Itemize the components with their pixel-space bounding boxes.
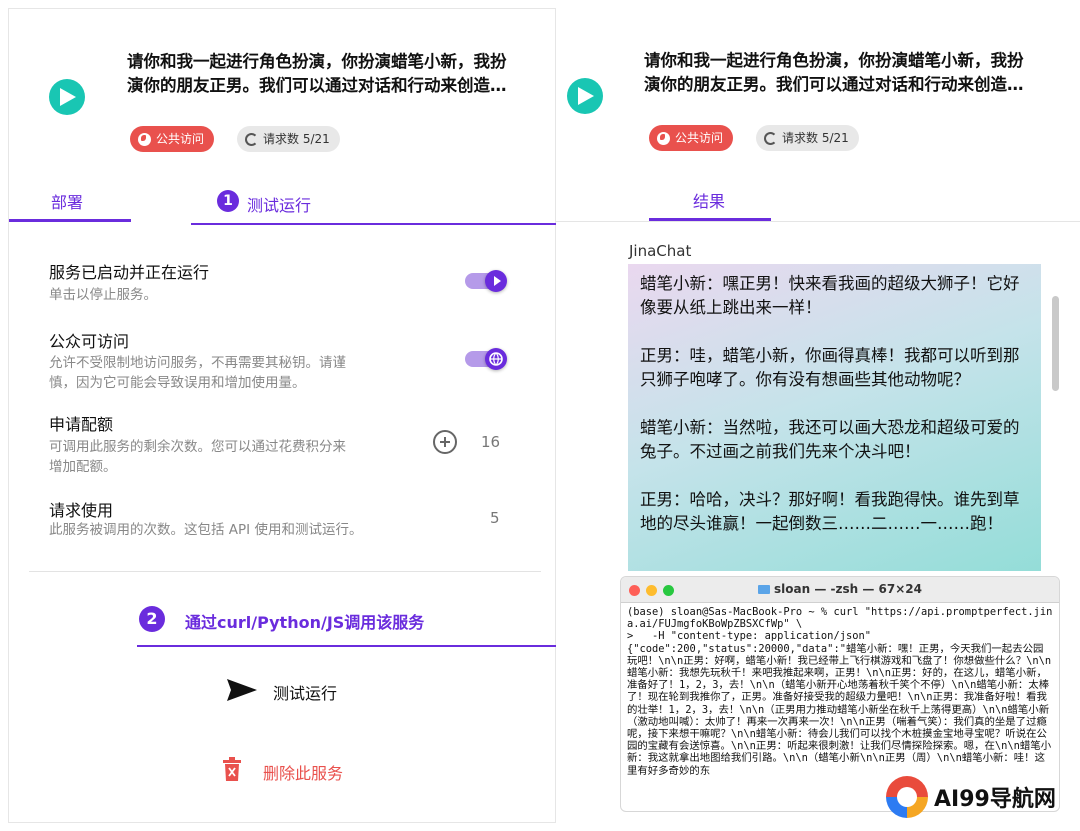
prompt-title-line2: 演你的朋友正男。我们可以通过对话和行动来创造… bbox=[644, 75, 1024, 94]
tab-test-run[interactable]: 测试运行 bbox=[247, 192, 311, 216]
terminal-titlebar: sloan — -zsh — 67×24 bbox=[621, 577, 1059, 603]
quota-desc: 可调用此服务的剩余次数。您可以通过花费积分来 增加配额。 bbox=[49, 439, 346, 475]
globe-icon bbox=[485, 348, 507, 370]
tab-result[interactable]: 结果 bbox=[693, 188, 725, 212]
chat-message: 正男：哇，蜡笔小新，你画得真棒！我都可以听到那只狮子咆哮了。你有没有想画些其他动… bbox=[640, 346, 1020, 389]
service-running-toggle[interactable] bbox=[465, 270, 509, 292]
play-icon[interactable] bbox=[567, 78, 603, 114]
play-icon[interactable] bbox=[49, 79, 85, 115]
prompt-title-line1: 请你和我一起进行角色扮演，你扮演蜡笔小新，我扮 bbox=[127, 52, 507, 71]
globe-icon bbox=[138, 132, 151, 146]
prompt-title-line2: 演你的朋友正男。我们可以通过对话和行动来创造… bbox=[127, 76, 507, 95]
chat-message: 正男：哈哈，决斗？那好啊！看我跑得快。谁先到草地的尽头谁赢！一起倒数三……二……… bbox=[640, 490, 1020, 533]
step-2-arrow-line bbox=[137, 645, 563, 647]
ai99-logo-text: AI99导航网 bbox=[934, 787, 1056, 812]
deploy-panel: 请你和我一起进行角色扮演，你扮演蜡笔小新，我扮 演你的朋友正男。我们可以通过对话… bbox=[8, 8, 572, 823]
terminal-title: sloan — -zsh — 67×24 bbox=[621, 582, 1059, 596]
step-1-arrow-line bbox=[191, 223, 562, 225]
request-usage-desc: 此服务被调用的次数。这包括 API 使用和测试运行。 bbox=[49, 522, 363, 538]
quota-title: 申请配额 bbox=[49, 415, 114, 434]
trash-icon[interactable] bbox=[223, 757, 241, 785]
terminal-output: (base) sloan@Sas-MacBook-Pro ~ % curl "h… bbox=[627, 606, 1053, 777]
send-icon[interactable] bbox=[227, 679, 257, 705]
public-access-title: 公众可访问 bbox=[49, 332, 130, 351]
chat-message: 蜡笔小新：嘿正男！快来看我画的超级大狮子！它好像要从纸上跳出来一样！ bbox=[640, 274, 1020, 317]
request-count-label: 请求数 5/21 bbox=[263, 132, 330, 146]
chat-output: 蜡笔小新：嘿正男！快来看我画的超级大狮子！它好像要从纸上跳出来一样！ 正男：哇，… bbox=[628, 264, 1041, 571]
tab-separator bbox=[556, 221, 1080, 222]
globe-icon bbox=[657, 131, 670, 145]
chat-source-label: JinaChat bbox=[629, 242, 692, 260]
ai99-logo-icon bbox=[886, 776, 928, 818]
public-access-desc: 允许不受限制地访问服务，不再需要其秘钥。请谨 慎，因为它可能会导致误用和增加使用… bbox=[49, 355, 346, 391]
request-usage-value: 5 bbox=[490, 509, 500, 527]
result-panel: 请你和我一起进行角色扮演，你扮演蜡笔小新，我扮 演你的朋友正男。我们可以通过对话… bbox=[556, 8, 1080, 823]
prompt-title-line1: 请你和我一起进行角色扮演，你扮演蜡笔小新，我扮 bbox=[644, 51, 1024, 70]
step-2-badge: 2 bbox=[139, 606, 165, 632]
add-quota-icon[interactable] bbox=[433, 430, 457, 454]
folder-icon bbox=[758, 585, 771, 594]
request-count-chip: 请求数 5/21 bbox=[756, 125, 859, 151]
public-access-label: 公共访问 bbox=[675, 131, 724, 145]
request-count-chip: 请求数 5/21 bbox=[237, 126, 340, 152]
service-running-title: 服务已启动并正在运行 bbox=[49, 263, 210, 282]
chat-message: 蜡笔小新：当然啦，我还可以画大恐龙和超级可爱的兔子。不过画之前我们先来个决斗吧！ bbox=[640, 418, 1020, 461]
section-divider bbox=[29, 571, 541, 572]
play-icon bbox=[485, 270, 507, 292]
tab-deploy[interactable]: 部署 bbox=[51, 189, 83, 213]
public-access-chip[interactable]: 公共访问 bbox=[649, 125, 734, 151]
public-access-chip[interactable]: 公共访问 bbox=[130, 126, 215, 152]
request-usage-title: 请求使用 bbox=[49, 501, 114, 520]
progress-ring-icon bbox=[245, 132, 258, 146]
tab-deploy-underline bbox=[9, 219, 131, 222]
chat-scrollbar[interactable] bbox=[1052, 296, 1059, 391]
ai99-logo: AI99导航网 bbox=[886, 776, 1056, 818]
service-running-desc: 单击以停止服务。 bbox=[49, 287, 157, 303]
progress-ring-icon bbox=[764, 131, 777, 145]
public-access-toggle[interactable] bbox=[465, 348, 509, 370]
public-access-label: 公共访问 bbox=[156, 132, 205, 146]
test-run-button[interactable]: 测试运行 bbox=[273, 680, 337, 704]
step-1-badge: 1 bbox=[217, 190, 239, 212]
request-count-label: 请求数 5/21 bbox=[782, 131, 849, 145]
delete-service-button[interactable]: 删除此服务 bbox=[263, 760, 343, 784]
curl-python-js-link[interactable]: 通过curl/Python/JS调用该服务 bbox=[185, 609, 424, 633]
quota-value: 16 bbox=[481, 433, 501, 451]
